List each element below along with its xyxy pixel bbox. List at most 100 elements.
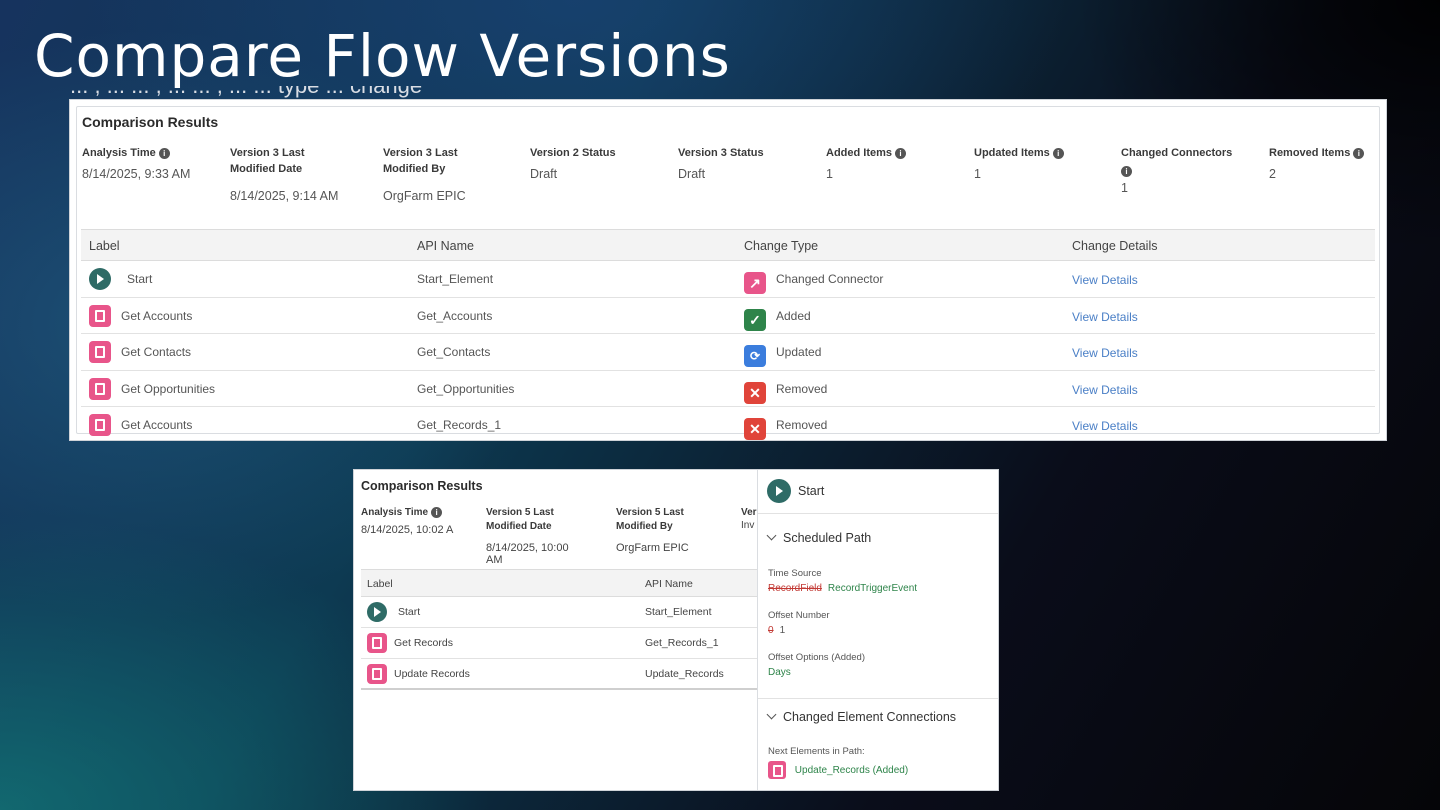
table-row[interactable]: Update Records Update_Records (361, 659, 757, 690)
chevron-down-icon (766, 709, 777, 720)
slide-title: Compare Flow Versions (34, 22, 731, 90)
info-icon[interactable]: i (1052, 147, 1064, 159)
info-icon[interactable]: i (1121, 165, 1132, 177)
meta-value: 8/14/2025, 9:14 AM (230, 189, 339, 203)
row-label: Start (398, 606, 421, 618)
col-api-name[interactable]: API Name (417, 239, 474, 253)
start-icon (767, 479, 791, 503)
meta-value: 1 (826, 167, 833, 181)
row-label: Get Opportunities (121, 381, 216, 396)
meta-value: OrgFarm EPIC (616, 542, 689, 554)
offset-number-value: 01 (768, 625, 785, 636)
section-title: Changed Element Connections (783, 710, 957, 724)
meta-value: 1 (1121, 181, 1128, 195)
meta-label: Analysis Time (82, 147, 156, 159)
meta-value: 8/14/2025, 10:02 A (361, 524, 454, 536)
section-scheduled-path[interactable]: Scheduled Path (766, 530, 872, 545)
col-change-details[interactable]: Change Details (1072, 239, 1157, 253)
meta-removed-items: Removed Items i 2 (1269, 145, 1365, 181)
old-value: RecordField (768, 583, 822, 594)
row-change-type: Updated (776, 345, 822, 360)
meta-analysis-time: Analysis Time i 8/14/2025, 9:33 AM (82, 145, 190, 181)
row-label: Get Accounts (121, 418, 193, 433)
offset-options-label: Offset Options (Added) (768, 652, 865, 663)
row-api-name: Start_Element (417, 272, 494, 286)
col-api-name[interactable]: API Name (645, 578, 693, 590)
table-row: Get Opportunities Get_Opportunities ✕ Re… (81, 371, 1375, 408)
view-details-link[interactable]: View Details (1072, 419, 1138, 433)
meta-label: Version 2 Status (530, 147, 616, 159)
chevron-down-icon (766, 530, 777, 541)
meta-label: Ver (741, 507, 757, 518)
table-row[interactable]: Start Start_Element (361, 597, 757, 628)
time-source-label: Time Source (768, 568, 822, 579)
view-details-link[interactable]: View Details (1072, 273, 1138, 287)
change-details-panel: Start Scheduled Path Time Source RecordF… (757, 470, 998, 790)
info-icon[interactable]: i (1353, 147, 1365, 159)
next-element-value: Update_Records (Added) (768, 761, 908, 779)
col-label[interactable]: Label (89, 239, 120, 253)
section-changed-connections[interactable]: Changed Element Connections (766, 709, 957, 724)
comparison-table: Label API Name Start Start_Element Get R… (361, 569, 757, 690)
panel-title: Comparison Results (82, 114, 219, 130)
time-source-value: RecordField RecordTriggerEvent (768, 583, 917, 594)
removed-x-icon: ✕ (744, 381, 766, 404)
comparison-results-panel-v3: Comparison Results Analysis Time i 8/14/2… (69, 99, 1387, 441)
divider (758, 698, 998, 699)
row-api-name: Get_Opportunities (417, 381, 515, 396)
col-label[interactable]: Label (367, 578, 393, 590)
cropped-subtitle-text: ... , ... ... , ... ... , ... ... type .… (70, 86, 422, 99)
meta-version-status: Ver Inv (741, 506, 757, 531)
connector-icon: ↗ (744, 272, 766, 294)
next-element-name: Update_Records (Added) (794, 764, 909, 776)
meta-value: 8/14/2025, 10:00 AM (486, 542, 569, 566)
old-value: 0 (768, 625, 774, 636)
new-value: RecordTriggerEvent (827, 583, 918, 594)
removed-x-icon: ✕ (744, 418, 766, 441)
view-details-link[interactable]: View Details (1072, 310, 1138, 324)
table-row[interactable]: Get Records Get_Records_1 (361, 628, 757, 659)
updated-icon: ⟳ (744, 345, 766, 368)
info-icon[interactable]: i (158, 147, 170, 159)
table-header: Label API Name (361, 569, 757, 597)
meta-analysis-time: Analysis Time i 8/14/2025, 10:02 A (361, 506, 453, 536)
get-records-icon (89, 377, 111, 400)
meta-value: 8/14/2025, 9:33 AM (82, 167, 191, 181)
meta-value: Draft (530, 167, 558, 181)
get-records-icon (89, 414, 111, 437)
meta-updated-items: Updated Items i 1 (974, 145, 1064, 181)
table-header: Label API Name Change Type Change Detail… (81, 229, 1375, 261)
table-row: Get Contacts Get_Contacts ⟳ Updated View… (81, 334, 1375, 371)
meta-value: 1 (974, 167, 981, 181)
row-label: Start (127, 272, 153, 286)
meta-v3-status: Version 3 Status Draft (678, 145, 764, 181)
get-records-icon (89, 341, 111, 364)
row-label: Get Contacts (121, 345, 192, 360)
comparison-table: Label API Name Change Type Change Detail… (81, 229, 1375, 444)
meta-label: Updated Items (974, 147, 1050, 159)
col-change-type[interactable]: Change Type (744, 239, 818, 253)
get-records-icon (89, 304, 111, 327)
meta-modified-by: Version 5 Last Modified By OrgFarm EPIC (616, 506, 706, 554)
row-change-type: Removed (776, 418, 828, 433)
next-elements-label: Next Elements in Path: (768, 746, 865, 757)
meta-modified-by: Version 3 Last Modified By OrgFarm EPIC (383, 145, 483, 203)
view-details-link[interactable]: View Details (1072, 383, 1138, 397)
start-icon (89, 268, 111, 290)
row-api-name: Start_Element (645, 606, 712, 618)
meta-value: OrgFarm EPIC (383, 189, 466, 203)
cropped-subtitle: ... , ... ... , ... ... , ... ... type .… (70, 86, 1386, 100)
row-api-name: Get_Contacts (417, 345, 491, 360)
section-title: Scheduled Path (783, 531, 872, 545)
view-details-link[interactable]: View Details (1072, 346, 1138, 360)
comparison-results-panel-v5: Comparison Results Analysis Time i 8/14/2… (353, 469, 999, 791)
meta-label: Changed Connectors (1121, 147, 1233, 159)
row-api-name: Get_Records_1 (417, 418, 502, 433)
added-check-icon: ✓ (744, 308, 766, 331)
info-icon[interactable]: i (895, 147, 907, 159)
info-icon[interactable]: i (431, 506, 443, 518)
meta-value: Draft (678, 167, 706, 181)
panel-title: Comparison Results (361, 479, 483, 493)
meta-v2-status: Version 2 Status Draft (530, 145, 616, 181)
meta-label: Version 5 Last Modified Date (486, 507, 554, 532)
